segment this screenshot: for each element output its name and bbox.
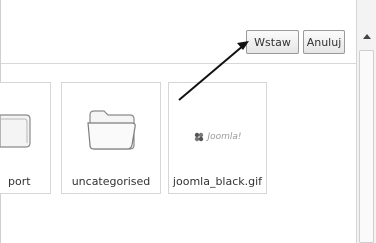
joomla-logo-text: Joomla! xyxy=(207,132,242,142)
media-item-label: port xyxy=(8,175,31,188)
vertical-scrollbar[interactable] xyxy=(356,0,376,243)
scroll-up-button[interactable] xyxy=(357,28,376,44)
chevron-up-icon xyxy=(362,34,371,39)
dialog-toolbar: Wstaw Anuluj xyxy=(1,8,357,60)
insert-button[interactable]: Wstaw xyxy=(246,30,299,54)
toolbar-divider xyxy=(1,63,357,64)
media-manager-panel: Wstaw Anuluj port uncategorised Joomla! xyxy=(0,0,357,243)
media-item-label: joomla_black.gif xyxy=(172,175,263,188)
folder-icon xyxy=(0,114,31,148)
media-item-folder[interactable]: port xyxy=(0,82,51,194)
joomla-logo-thumbnail: Joomla! xyxy=(177,129,259,145)
cancel-button[interactable]: Anuluj xyxy=(303,30,345,54)
media-item-image[interactable]: Joomla! joomla_black.gif xyxy=(168,82,267,194)
media-item-label: uncategorised xyxy=(71,175,151,188)
folder-icon xyxy=(87,110,136,150)
joomla-logo-icon xyxy=(195,132,204,142)
scrollbar-thumb[interactable] xyxy=(359,50,374,243)
media-item-folder[interactable]: uncategorised xyxy=(61,82,161,194)
